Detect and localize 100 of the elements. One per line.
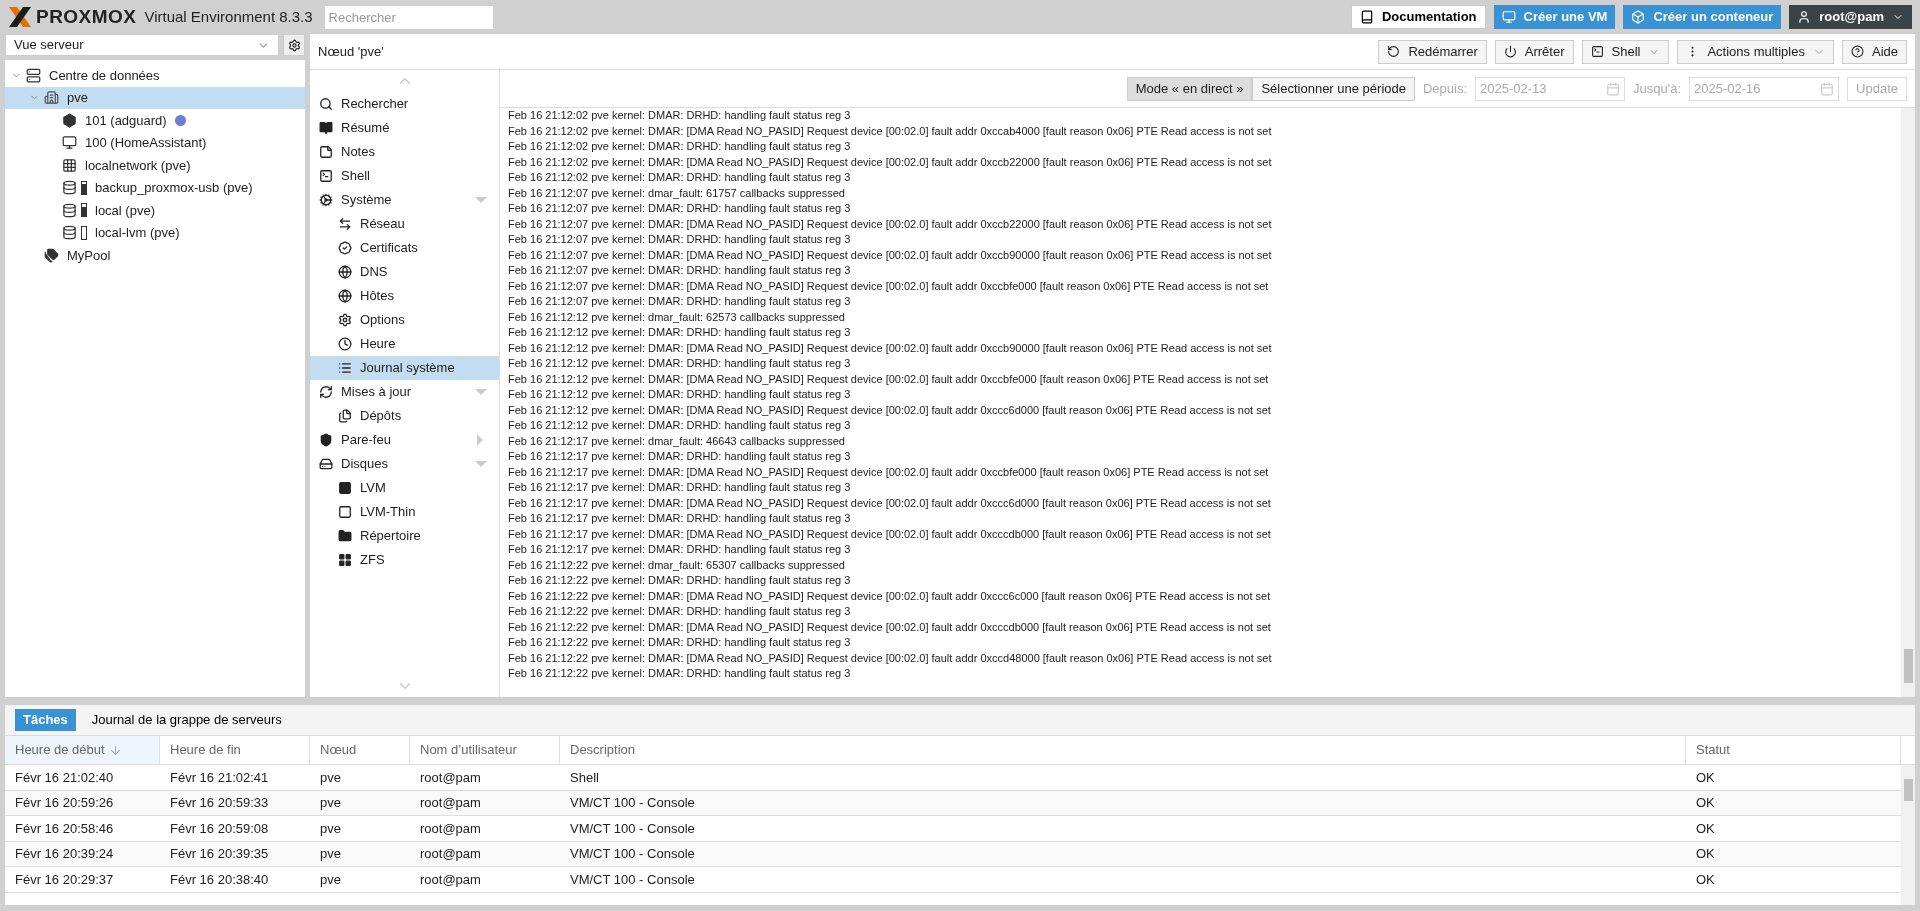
nav-item[interactable]: Résumé: [310, 116, 499, 140]
user-menu-button[interactable]: root@pam: [1789, 5, 1912, 29]
tree-item[interactable]: MyPool: [5, 244, 305, 267]
toolbar-button[interactable]: Shell: [1581, 39, 1670, 64]
terminal-icon: [319, 169, 333, 183]
server-stack-icon: [26, 67, 41, 83]
scrollbar[interactable]: [1901, 765, 1915, 905]
nav-item[interactable]: Disques: [310, 452, 499, 476]
tree-item[interactable]: local-lvm (pve): [5, 221, 305, 244]
settings-button[interactable]: [283, 34, 305, 56]
table-cell-text: Févr 16 20:39:35: [169, 845, 270, 863]
settings-icon: [287, 38, 301, 52]
nav-item[interactable]: Shell: [310, 164, 499, 188]
table-cell-text: Févr 16 20:59:33: [169, 794, 270, 812]
log-line: Feb 16 21:12:22 pve kernel: DMAR: DRHD: handling fault status reg 3: [508, 635, 852, 650]
expand-arrow-icon[interactable]: [475, 389, 487, 395]
column-header[interactable]: Nœud: [310, 736, 410, 764]
tree-item[interactable]: 101 (adguard): [5, 109, 305, 132]
folder-icon: [338, 529, 352, 543]
nav-item[interactable]: Notes: [310, 140, 499, 164]
panel-tab[interactable]: Journal de la grappe de serveurs: [83, 709, 290, 731]
log-line: Feb 16 21:12:07 pve kernel: DMAR: [DMA Read NO_PASID] Request device [00:02.0] fault addr 0xccb90000 [fault reason 0x06] PTE Read access is not set: [508, 247, 1273, 263]
log-line: Feb 16 21:12:22 pve kernel: DMAR: DRHD: handling fault status reg 3: [508, 666, 852, 681]
nav-item[interactable]: Pare-feu: [310, 428, 499, 452]
nav-item[interactable]: LVM: [310, 476, 499, 500]
nav-item[interactable]: Système: [310, 188, 499, 212]
expand-arrow-icon[interactable]: [475, 461, 487, 467]
log-line: Feb 16 21:12:02 pve kernel: DMAR: [DMA Read NO_PASID] Request device [00:02.0] fault addr 0xccb22000 [fault reason 0x06] PTE Read access is not set: [508, 154, 1273, 170]
nav-item[interactable]: Répertoire: [310, 524, 499, 548]
mode-toggle[interactable]: Sélectionner une période: [1252, 76, 1415, 101]
table-cell-text: OK: [1695, 794, 1716, 812]
column-header[interactable]: Description: [560, 736, 1686, 764]
search-field[interactable]: Rechercher: [324, 5, 493, 29]
restart-icon: [1387, 45, 1401, 58]
note-icon: [319, 145, 333, 159]
table-cell-text: VM/CT 100 - Console: [569, 870, 696, 889]
documentation-button[interactable]: Documentation: [1350, 5, 1486, 29]
column-header[interactable]: Nom d’utilisateur: [410, 736, 560, 764]
tree-item[interactable]: backup_proxmox-usb (pve): [5, 176, 305, 199]
log-line: Feb 16 21:12:12 pve kernel: DMAR: [DMA Read NO_PASID] Request device [00:02.0] fault addr 0xccb90000 [fault reason 0x06] PTE Read access is not set: [508, 340, 1273, 356]
nav-label: Rechercher: [341, 95, 410, 114]
nav-item[interactable]: Rechercher: [310, 92, 499, 116]
log-line: Feb 16 21:12:07 pve kernel: DMAR: [DMA Read NO_PASID] Request device [00:02.0] fault addr 0xccb22000 [fault reason 0x06] PTE Read access is not set: [508, 216, 1273, 232]
toolbar-button[interactable]: Redémarrer: [1378, 39, 1487, 64]
nav-label: Système: [341, 191, 393, 210]
toolbar-button[interactable]: Actions multiples: [1677, 39, 1834, 64]
nav-item[interactable]: ZFS: [310, 548, 499, 572]
server-icon: [44, 90, 59, 106]
terminal-icon: [1590, 45, 1604, 58]
nav-item[interactable]: Dépôts: [310, 404, 499, 428]
nav-item[interactable]: Heure: [310, 332, 499, 356]
drive-icon: [319, 457, 333, 471]
log-line: Feb 16 21:12:17 pve kernel: dmar_fault: 46643 callbacks suppressed: [508, 433, 846, 449]
tree-item[interactable]: local (pve): [5, 199, 305, 222]
nav-item[interactable]: DNS: [310, 260, 499, 284]
book-icon: [1359, 10, 1374, 24]
table-cell-text: OK: [1695, 845, 1716, 863]
log-line: Feb 16 21:12:12 pve kernel: DMAR: DRHD: handling fault status reg 3: [508, 418, 852, 433]
nav-item[interactable]: Journal système: [310, 356, 499, 380]
nav-label: Dépôts: [360, 407, 403, 426]
nav-item[interactable]: LVM-Thin: [310, 500, 499, 524]
table-cell-text: Shell: [569, 768, 600, 787]
nav-item[interactable]: Certificats: [310, 236, 499, 260]
tree-item[interactable]: pve: [5, 86, 305, 109]
scrollbar[interactable]: [1901, 108, 1915, 697]
expand-arrow-icon[interactable]: [475, 197, 487, 203]
toolbar-button[interactable]: Aide: [1841, 39, 1907, 64]
tree-label: MyPool: [67, 246, 111, 265]
table-cell-text: root@pam: [419, 794, 482, 812]
column-header[interactable]: Heure de fin: [160, 736, 310, 764]
tree-label: 100 (HomeAssistant): [85, 134, 207, 152]
table-cell-text: Févr 16 20:59:26: [14, 794, 115, 812]
cube-icon: [1631, 10, 1646, 24]
arrows-icon: [338, 217, 352, 231]
mode-toggle[interactable]: Mode « en direct »: [1126, 76, 1253, 101]
view-selector[interactable]: Vue serveur: [5, 34, 279, 56]
table-cell-text: Févr 16 21:02:40: [14, 768, 115, 787]
column-header[interactable]: Heure de début: [5, 736, 160, 764]
calendar-icon[interactable]: [1820, 81, 1835, 96]
nav-item[interactable]: Options: [310, 308, 499, 332]
toolbar-button[interactable]: Arrêter: [1494, 39, 1574, 64]
tree-label: localnetwork (pve): [85, 156, 191, 175]
log-line: Feb 16 21:12:07 pve kernel: DMAR: DRHD: handling fault status reg 3: [508, 294, 852, 309]
tree-item[interactable]: localnetwork (pve): [5, 154, 305, 177]
collapse-arrow-icon[interactable]: [477, 434, 483, 446]
tree-label: pve: [67, 89, 88, 107]
nav-item[interactable]: Hôtes: [310, 284, 499, 308]
table-cell-text: OK: [1695, 819, 1716, 838]
tree-item[interactable]: 100 (HomeAssistant): [5, 131, 305, 154]
table-cell-text: VM/CT 100 - Console: [569, 794, 696, 812]
tree-item[interactable]: Centre de données: [5, 64, 305, 87]
table-cell-text: OK: [1695, 870, 1716, 889]
nav-label: LVM: [360, 479, 387, 498]
nav-item[interactable]: Réseau: [310, 212, 499, 236]
table-cell-text: Févr 16 20:38:40: [169, 870, 270, 889]
nav-item[interactable]: Mises à jour: [310, 380, 499, 404]
log-line: Feb 16 21:12:22 pve kernel: DMAR: [DMA Read NO_PASID] Request device [00:02.0] fault addr 0xccc6c000 [fault reason 0x06] PTE Read access is not set: [508, 588, 1272, 604]
database-icon: [62, 202, 77, 218]
nav-label: Journal système: [360, 359, 456, 378]
column-header[interactable]: Statut: [1686, 736, 1901, 764]
